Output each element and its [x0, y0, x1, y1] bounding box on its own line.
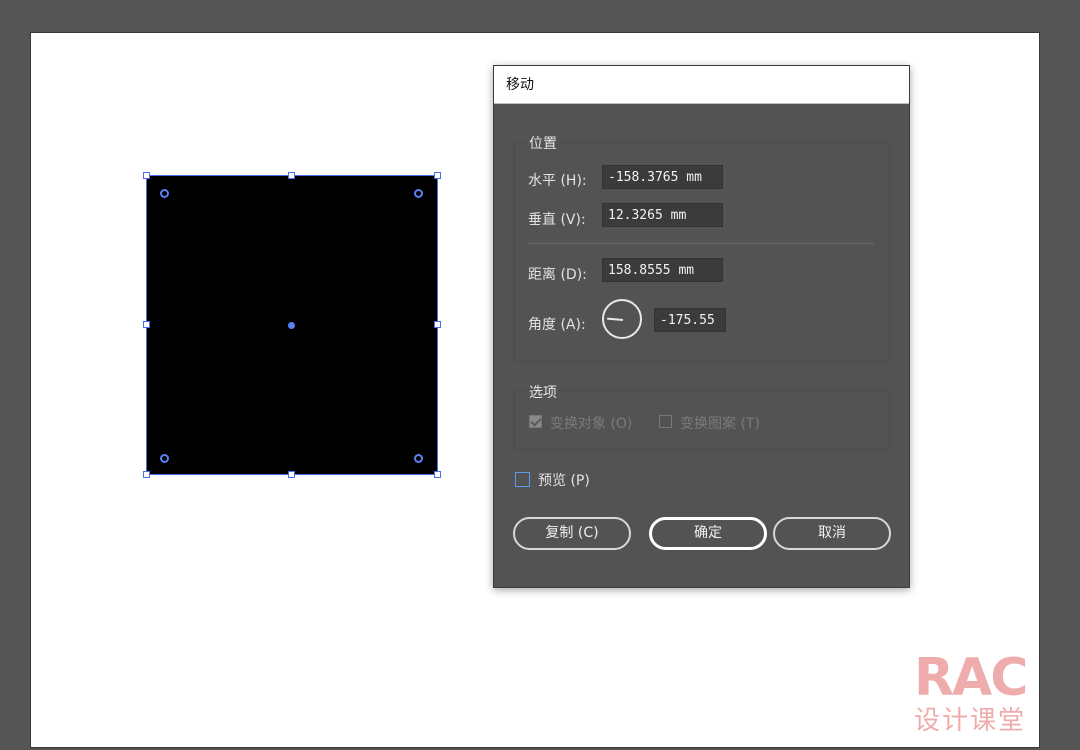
resize-handle-top[interactable]	[288, 172, 295, 179]
cancel-button[interactable]: 取消	[773, 517, 891, 550]
group-divider	[528, 243, 874, 244]
vertical-label: 垂直 (V):	[528, 212, 586, 228]
angle-dial-needle	[606, 317, 624, 321]
transform-objects-checkbox[interactable]	[529, 415, 542, 428]
distance-label: 距离 (D):	[528, 267, 587, 283]
ok-button[interactable]: 确定	[649, 517, 767, 550]
copy-button[interactable]: 复制 (C)	[513, 517, 631, 550]
move-dialog: 移动 位置 水平 (H): -158.3765 mm 垂直 (V): 12.32…	[493, 65, 910, 588]
position-group-title: 位置	[527, 133, 559, 153]
watermark-text: 设计课堂	[914, 706, 1027, 736]
angle-dial-icon[interactable]	[602, 299, 642, 339]
corner-radius-widget-top-left[interactable]	[160, 189, 169, 198]
transform-objects-label: 变换对象 (O)	[550, 416, 633, 432]
resize-handle-right[interactable]	[434, 321, 441, 328]
preview-label[interactable]: 预览 (P)	[538, 470, 590, 490]
angle-input[interactable]: -175.55	[654, 308, 726, 332]
options-group-title: 选项	[527, 382, 559, 402]
center-point	[288, 322, 295, 329]
angle-label: 角度 (A):	[528, 317, 586, 333]
resize-handle-bottom[interactable]	[288, 471, 295, 478]
distance-input[interactable]: 158.8555 mm	[602, 258, 723, 282]
corner-radius-widget-bottom-left[interactable]	[160, 454, 169, 463]
resize-handle-bottom-left[interactable]	[143, 471, 150, 478]
resize-handle-left[interactable]	[143, 321, 150, 328]
corner-radius-widget-top-right[interactable]	[414, 189, 423, 198]
resize-handle-top-right[interactable]	[434, 172, 441, 179]
resize-handle-top-left[interactable]	[143, 172, 150, 179]
transform-patterns-checkbox[interactable]	[659, 415, 672, 428]
resize-handle-bottom-right[interactable]	[434, 471, 441, 478]
vertical-input[interactable]: 12.3265 mm	[602, 203, 723, 227]
preview-checkbox[interactable]	[515, 472, 530, 487]
horizontal-input[interactable]: -158.3765 mm	[602, 165, 723, 189]
dialog-title[interactable]: 移动	[494, 66, 909, 104]
watermark-logo: RAC	[914, 648, 1028, 708]
transform-patterns-label: 变换图案 (T)	[680, 416, 760, 432]
horizontal-label: 水平 (H):	[528, 173, 587, 189]
corner-radius-widget-bottom-right[interactable]	[414, 454, 423, 463]
watermark: RAC 设计课堂	[914, 652, 1054, 747]
